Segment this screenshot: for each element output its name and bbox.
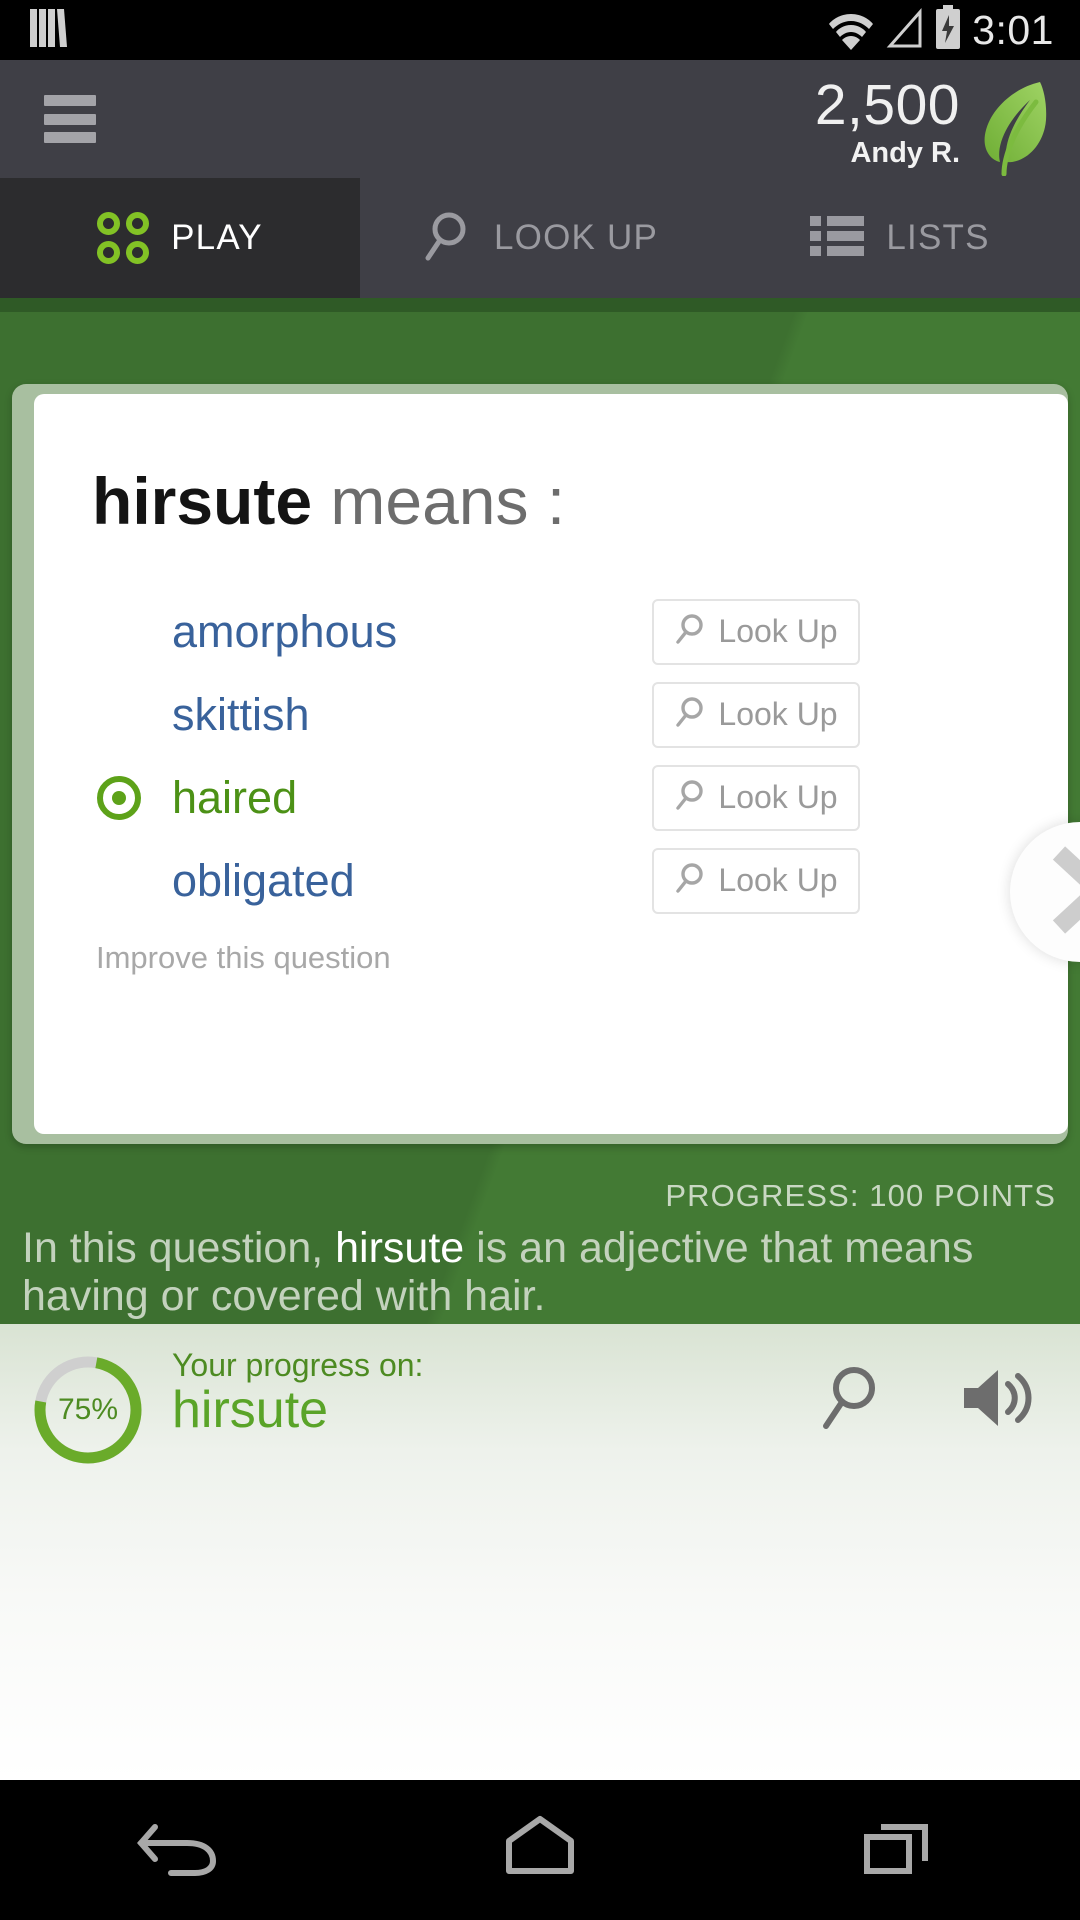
answer-option-label: skittish	[172, 689, 310, 740]
app-header: 2,500 Andy R.	[0, 60, 1080, 178]
search-icon	[422, 208, 472, 269]
status-system-icons: 3:01	[828, 4, 1080, 56]
search-icon	[674, 778, 706, 817]
status-notification-area	[0, 3, 72, 58]
tab-lists[interactable]: LISTS	[720, 178, 1080, 298]
answer-option-label: amorphous	[172, 606, 398, 657]
lookup-button[interactable]: Look Up	[652, 681, 860, 748]
explanation-text: In this question, hirsute is an adjectiv…	[22, 1224, 1012, 1320]
signal-icon	[884, 6, 924, 55]
progress-word[interactable]: hirsute	[172, 1381, 328, 1439]
main-tab-bar: PLAY LOOK UP LISTS	[0, 178, 1080, 298]
search-icon[interactable]	[818, 1362, 882, 1439]
home-icon[interactable]	[485, 1813, 595, 1888]
menu-bar-1	[44, 95, 96, 106]
progress-percent-label: 75%	[57, 1393, 119, 1426]
lookup-button-label: Look Up	[718, 779, 838, 815]
circle-3	[97, 241, 121, 264]
question-word: hirsute	[92, 464, 313, 538]
points-total: 2,500	[814, 73, 960, 137]
lookup-button-label: Look Up	[718, 696, 838, 732]
search-icon	[674, 612, 706, 651]
circle-2	[126, 212, 150, 235]
answer-option-label: obligated	[172, 855, 355, 906]
list-icon	[810, 214, 865, 263]
answer-option-label: haired	[172, 772, 298, 823]
bottom-progress-bar: 75% Your progress on: hirsute	[0, 1324, 1080, 1780]
wifi-icon	[828, 6, 874, 55]
answer-option-correct[interactable]: haired Look Up	[34, 756, 1068, 839]
menu-bar-3	[44, 132, 96, 143]
lookup-button-label: Look Up	[718, 862, 838, 898]
question-prompt: hirsute means :	[92, 468, 565, 534]
progress-points-label: PROGRESS: 100 POINTS	[665, 1178, 1056, 1213]
answer-option[interactable]: amorphous Look Up	[34, 590, 1068, 673]
user-name: Andy R.	[850, 136, 960, 169]
search-icon	[674, 695, 706, 734]
tab-lookup-label: LOOK UP	[493, 218, 658, 257]
speaker-icon[interactable]	[960, 1364, 1038, 1437]
lookup-button[interactable]: Look Up	[652, 598, 860, 665]
lookup-button[interactable]: Look Up	[652, 847, 860, 914]
android-nav-bar	[0, 1780, 1080, 1920]
tab-play-label: PLAY	[171, 218, 263, 257]
bottom-bar-actions	[818, 1362, 1038, 1439]
answer-option[interactable]: obligated Look Up	[34, 839, 1068, 922]
improve-question-link[interactable]: Improve this question	[96, 940, 391, 976]
explanation-pre: In this question,	[22, 1224, 336, 1272]
question-card-frame: hirsute means : amorphous Look Up skitti…	[12, 384, 1068, 1144]
status-clock: 3:01	[972, 6, 1054, 53]
explanation-word: hirsute	[335, 1224, 465, 1272]
progress-ring: 75%	[30, 1352, 146, 1468]
answer-options-list: amorphous Look Up skittish Look Up haire…	[34, 590, 1068, 922]
lookup-button[interactable]: Look Up	[652, 764, 860, 831]
android-status-bar: 3:01	[0, 0, 1080, 60]
circle-1	[97, 212, 121, 235]
selected-radio-icon	[96, 775, 142, 821]
progress-on-label: Your progress on:	[172, 1347, 424, 1383]
lookup-button-label: Look Up	[718, 613, 838, 649]
user-score-block[interactable]: 2,500 Andy R.	[814, 73, 960, 170]
answer-option[interactable]: skittish Look Up	[34, 673, 1068, 756]
leaf-logo-icon[interactable]	[974, 78, 1058, 177]
recents-icon[interactable]	[845, 1813, 955, 1888]
menu-bar-2	[44, 113, 96, 125]
notification-books-icon	[26, 3, 72, 58]
tab-play[interactable]: PLAY	[0, 178, 360, 298]
search-icon	[674, 861, 706, 900]
back-icon[interactable]	[125, 1813, 235, 1888]
circle-4	[126, 241, 150, 264]
question-card: hirsute means : amorphous Look Up skitti…	[34, 394, 1068, 1134]
battery-charging-icon	[934, 4, 962, 56]
tab-lists-label: LISTS	[886, 218, 990, 257]
chevron-right-icon	[1045, 845, 1080, 940]
tab-lookup[interactable]: LOOK UP	[360, 178, 720, 298]
four-circles-icon	[97, 212, 150, 264]
question-suffix: means :	[312, 464, 566, 538]
hamburger-menu-icon[interactable]	[44, 95, 96, 143]
